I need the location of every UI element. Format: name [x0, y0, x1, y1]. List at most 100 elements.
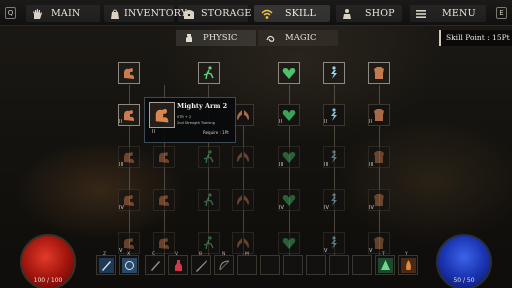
mp-orb: 50 / 50 [436, 234, 492, 288]
skill-lungs-3[interactable] [232, 146, 254, 168]
level-label: IV [119, 205, 124, 211]
hp-orb: 100 / 100 [20, 234, 76, 288]
tab-skill-label: SKILL [285, 8, 316, 19]
skill-dash[interactable] [198, 62, 220, 84]
hotbar-slot-13[interactable] [375, 255, 395, 275]
skill-points-display: Skill Point : 15Pt [439, 30, 512, 46]
heart-icon [282, 68, 296, 79]
lungs-icon [237, 195, 249, 205]
mp-value: 50 / 50 [453, 277, 475, 284]
hotbar-slot-5[interactable] [191, 255, 211, 275]
flexed-arm-icon [124, 238, 134, 249]
skill-dash-5[interactable] [198, 232, 220, 254]
skill-vitality-heart[interactable] [278, 62, 300, 84]
tab-menu-label: MENU [442, 8, 476, 19]
tooltip-skill-name: Mighty Arm 2 [177, 102, 228, 110]
skill-dash-3[interactable] [198, 146, 220, 168]
spear-icon [195, 259, 207, 272]
running-figure-icon [203, 236, 214, 250]
armor-icon [374, 109, 384, 121]
hotbar-slot-8[interactable] [260, 255, 280, 275]
hotbar-slot-6[interactable] [214, 255, 234, 275]
fire-skill-icon [400, 257, 416, 273]
subtab-magic[interactable]: MAGIC [258, 30, 338, 46]
hotbar-slot-14[interactable] [398, 255, 418, 275]
hotbar-slot-1[interactable] [96, 255, 116, 275]
tab-main-label: MAIN [51, 8, 81, 19]
tab-storage[interactable]: STORAGE [178, 5, 251, 22]
skill-dash-4[interactable] [198, 189, 220, 211]
lungs-icon [237, 152, 249, 162]
armor-icon [374, 67, 384, 79]
skill-vitality-heart-5[interactable] [278, 232, 300, 254]
skill-mighty-arm-b5[interactable] [153, 232, 175, 254]
level-label: III [279, 162, 284, 168]
running-figure-icon [203, 150, 214, 164]
hotbar: Z X C V B N M T Y [94, 252, 426, 276]
key-hint-left: Q [5, 7, 16, 19]
armor-icon [374, 237, 384, 249]
level-label: II [119, 119, 122, 125]
tab-shop-label: SHOP [365, 8, 395, 19]
tooltip-skill-require: Require : 1Pt [203, 130, 229, 135]
level-label: IV [324, 205, 329, 211]
skill-tooltip: II Mighty Arm 2 STR + 2 2nd Strength Tra… [144, 97, 236, 143]
running-figure-icon [203, 193, 214, 207]
hamburger-icon [415, 8, 427, 20]
tab-menu[interactable]: MENU [410, 5, 486, 22]
background-scene [0, 0, 512, 288]
level-label: IV [369, 205, 374, 211]
tab-main[interactable]: MAIN [26, 5, 100, 22]
lightning-figure-icon [331, 108, 337, 121]
sword-slash-skill-icon [98, 257, 114, 273]
flexed-arm-icon [159, 152, 169, 163]
subtab-physic[interactable]: PHYSIC [176, 30, 256, 46]
heart-icon [282, 110, 296, 121]
heart-icon [282, 238, 296, 249]
hotbar-slot-7[interactable] [237, 255, 257, 275]
tab-storage-label: STORAGE [201, 8, 252, 19]
flexed-arm-icon [124, 68, 134, 79]
skill-mighty-arm-b3[interactable] [153, 146, 175, 168]
skill-swift-strike[interactable] [323, 62, 345, 84]
tooltip-skill-desc: 2nd Strength Training [177, 121, 215, 125]
bag-icon [109, 8, 121, 20]
merchant-icon [341, 8, 353, 20]
hotbar-slot-11[interactable] [329, 255, 349, 275]
lungs-icon [237, 110, 249, 120]
hotbar-slot-4[interactable] [168, 255, 188, 275]
tab-inventory[interactable]: INVENTORY [104, 5, 187, 22]
flexed-arm-icon [159, 195, 169, 206]
hotbar-slot-10[interactable] [306, 255, 326, 275]
hotbar-slot-2[interactable] [119, 255, 139, 275]
hotbar-slot-12[interactable] [352, 255, 372, 275]
key-hint-right: E [496, 7, 507, 19]
tab-skill[interactable]: SKILL [254, 5, 330, 22]
skill-lungs-5[interactable] [232, 232, 254, 254]
whirlwind-skill-icon [121, 257, 137, 273]
swirl-icon [266, 35, 275, 42]
dagger-icon [150, 260, 160, 271]
tab-shop[interactable]: SHOP [336, 5, 402, 22]
running-figure-icon [203, 66, 214, 80]
top-navigation: Q MAIN INVENTORY STORAGE SKILL SHOP MENU… [0, 0, 512, 26]
skill-mighty-arm-1[interactable] [118, 62, 140, 84]
level-label: III [324, 162, 329, 168]
wifi-icon [261, 8, 273, 20]
tooltip-skill-stat: STR + 2 [177, 115, 192, 119]
level-label: II [324, 119, 327, 125]
hp-value: 100 / 100 [33, 277, 63, 284]
nature-skill-icon [377, 257, 393, 273]
flexed-arm-icon [155, 108, 169, 123]
subtab-magic-label: MAGIC [285, 33, 317, 43]
hotbar-slot-3[interactable] [145, 255, 165, 275]
lungs-icon [237, 238, 249, 248]
skill-armor[interactable] [368, 62, 390, 84]
hotbar-slot-9[interactable] [283, 255, 303, 275]
skill-mighty-arm-b4[interactable] [153, 189, 175, 211]
skill-lungs-4[interactable] [232, 189, 254, 211]
bow-icon [219, 260, 229, 270]
level-label: IV [279, 205, 284, 211]
flexed-arm-icon [124, 110, 134, 121]
tooltip-skill-icon [149, 102, 175, 128]
